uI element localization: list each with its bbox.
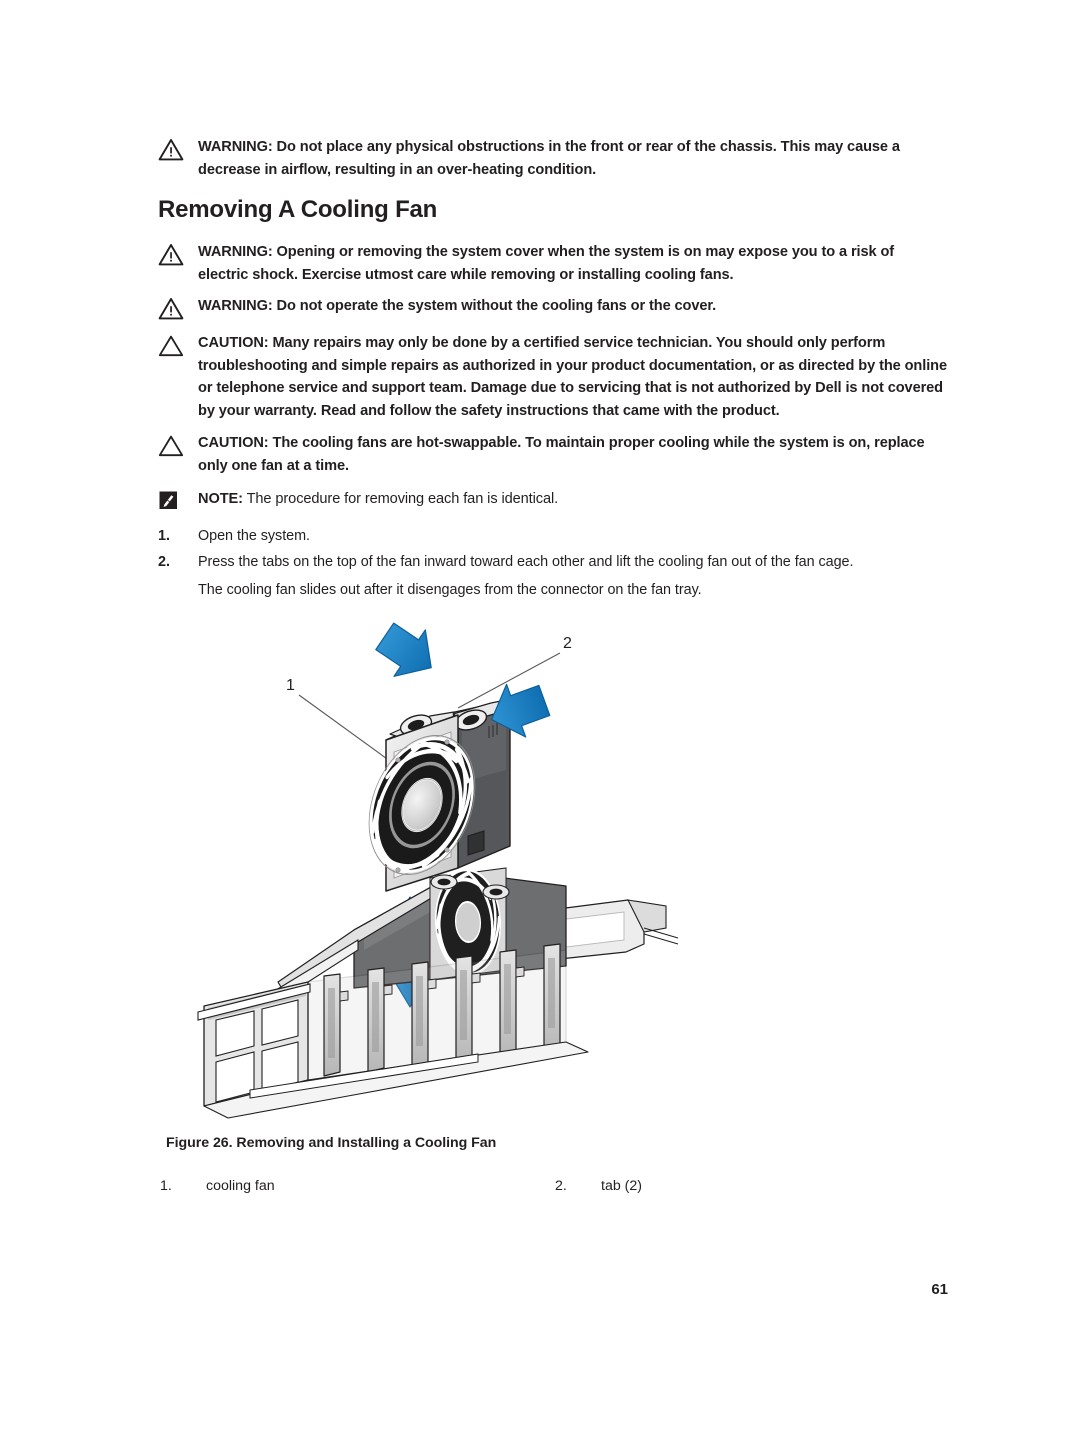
admonition-text: WARNING: Opening or removing the system … [198,241,948,286]
callout-number-1: 1 [286,677,295,694]
step-number: 2. [158,554,171,570]
step-subtext: The cooling fan slides out after it dise… [198,582,702,598]
admonition-caution-hot-swappable: CAUTION: The cooling fans are hot-swappa… [158,432,948,477]
legend-item: 2. tab (2) [555,1176,950,1196]
admonition-label: CAUTION: [198,435,269,451]
figure-caption: Figure 26. Removing and Installing a Coo… [166,1135,497,1151]
admonition-body: The procedure for removing each fan is i… [242,491,559,507]
admonition-label: WARNING: [198,244,273,260]
admonition-label: WARNING: [198,139,273,155]
admonition-text: WARNING: Do not place any physical obstr… [198,136,948,181]
callout-number-2: 2 [563,635,572,652]
page-number: 61 [931,1281,948,1298]
press-arrow-left [375,622,432,677]
admonition-body: Do not place any physical obstructions i… [198,139,900,178]
admonition-body: Do not operate the system without the co… [272,298,717,314]
admonition-text: CAUTION: Many repairs may only be done b… [198,332,948,422]
admonition-warning-no-fans: WARNING: Do not operate the system witho… [158,295,948,320]
warning-triangle-icon [158,241,198,266]
legend-label: cooling fan [206,1178,275,1194]
admonition-warning-obstructions: WARNING: Do not place any physical obstr… [158,136,948,181]
admonition-note-procedure-identical: NOTE: The procedure for removing each fa… [158,488,948,511]
legend-number: 2. [555,1178,567,1194]
admonition-label: NOTE: [198,491,243,507]
admonition-body: Opening or removing the system cover whe… [198,244,895,283]
caution-triangle-icon [158,332,198,357]
legend-item: 1. cooling fan [160,1176,555,1196]
figure-legend: 1. cooling fan 2. tab (2) [160,1176,950,1196]
admonition-warning-electric-shock: WARNING: Opening or removing the system … [158,241,948,286]
admonition-text: WARNING: Do not operate the system witho… [198,295,948,318]
warning-triangle-icon [158,136,198,161]
step-text: Press the tabs on the top of the fan inw… [198,554,854,570]
admonition-caution-certified-technician: CAUTION: Many repairs may only be done b… [158,332,948,422]
page-title: Removing A Cooling Fan [158,196,438,223]
admonition-body: The cooling fans are hot-swappable. To m… [198,435,925,474]
legend-number: 1. [160,1178,172,1194]
procedure-steps: 1. Open the system. 2. Press the tabs on… [158,525,948,602]
legend-label: tab (2) [601,1178,643,1194]
step-item: 1. Open the system. [158,525,948,548]
admonition-body: Many repairs may only be done by a certi… [198,335,947,419]
step-number: 1. [158,528,171,544]
cooling-fan-diagram: 1 2 [197,622,679,1119]
admonition-text: CAUTION: The cooling fans are hot-swappa… [198,432,948,477]
note-pencil-icon [158,488,198,511]
document-page: WARNING: Do not place any physical obstr… [0,0,1080,1434]
admonition-label: WARNING: [198,298,273,314]
fan-cage-assembly [197,867,679,1119]
admonition-label: CAUTION: [198,335,269,351]
admonition-text: NOTE: The procedure for removing each fa… [198,488,948,511]
warning-triangle-icon [158,295,198,320]
step-item: 2. Press the tabs on the top of the fan … [158,551,948,574]
page-content: WARNING: Do not place any physical obstr… [158,136,948,602]
step-text: Open the system. [198,528,310,544]
figure-illustration: 1 2 [158,610,948,1130]
caution-triangle-icon [158,432,198,457]
cooling-fan-module [368,699,511,892]
